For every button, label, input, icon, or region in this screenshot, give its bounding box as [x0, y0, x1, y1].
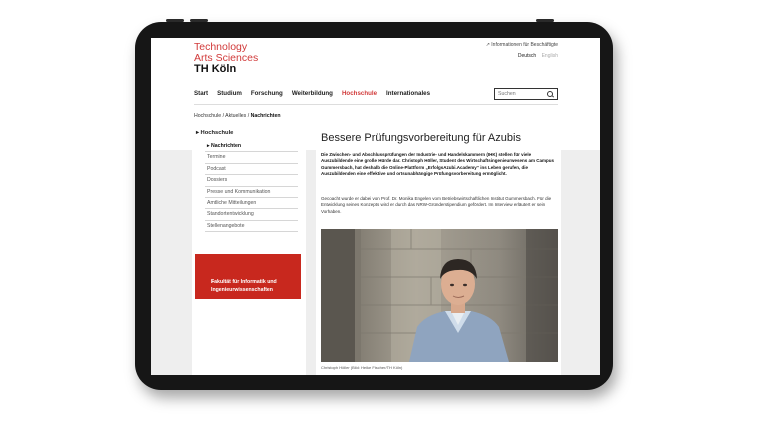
section-sidebar: ▸ Hochschule ▸ Nachrichten Termine Podca…	[192, 126, 306, 375]
sidebar-item-dossiers[interactable]: Dossiers	[205, 175, 298, 187]
sidebar-item-nachrichten[interactable]: ▸ Nachrichten	[205, 141, 298, 153]
tablet-volume-button	[190, 19, 208, 22]
breadcrumb-item-current: Nachrichten	[250, 113, 281, 119]
lang-de[interactable]: Deutsch	[518, 53, 536, 59]
article-lead: Die Zwischen- und Abschlussprüfungen der…	[321, 152, 555, 177]
article-content: Bessere Prüfungsvorbereitung für Azubis …	[316, 126, 561, 375]
nav-item-hochschule[interactable]: Hochschule	[342, 90, 377, 102]
main-nav: Start Studium Forschung Weiterbildung Ho…	[194, 90, 430, 102]
sidebar-menu: ▸ Nachrichten Termine Podcast Dossiers P…	[205, 141, 298, 233]
browser-viewport: Technology Arts Sciences TH Köln ↗ Infor…	[151, 38, 600, 375]
nav-item-start[interactable]: Start	[194, 90, 208, 102]
faculty-promo-text: Fakultät für Informatik und Ingenieurwis…	[211, 279, 277, 293]
staff-info-label: Informationen für Beschäftigte	[491, 42, 558, 48]
sidebar-item-podcast[interactable]: Podcast	[205, 164, 298, 176]
breadcrumb-item-hochschule[interactable]: Hochschule	[194, 113, 221, 119]
staff-info-link[interactable]: ↗ Informationen für Beschäftigte	[486, 42, 558, 48]
search-input[interactable]	[498, 90, 544, 98]
nav-item-internationales[interactable]: Internationales	[386, 90, 430, 102]
sidebar-item-amtliche-mitteilungen[interactable]: Amtliche Mitteilungen	[205, 198, 298, 210]
article-title: Bessere Prüfungsvorbereitung für Azubis	[321, 132, 521, 144]
sidebar-section-title[interactable]: ▸ Hochschule	[196, 130, 233, 136]
nav-item-forschung[interactable]: Forschung	[251, 90, 283, 102]
nav-divider	[194, 104, 558, 105]
faculty-promo-box[interactable]: » Fakultät für Informatik und Ingenieurw…	[195, 254, 301, 299]
sidebar-item-termine[interactable]: Termine	[205, 152, 298, 164]
sidebar-item-stellenangebote[interactable]: Stellenangebote	[205, 221, 298, 233]
portrait-photo-graphic	[321, 229, 558, 362]
language-switch: Deutsch English	[518, 53, 558, 59]
search-box	[494, 88, 558, 100]
tablet-volume-button	[166, 19, 184, 22]
arrow-icon: ↗	[485, 42, 490, 48]
nav-item-studium[interactable]: Studium	[217, 90, 242, 102]
tablet-power-button	[536, 19, 554, 22]
lang-en[interactable]: English	[542, 53, 558, 59]
site-logo[interactable]: Technology Arts Sciences TH Köln	[194, 42, 258, 75]
sidebar-item-label: Nachrichten	[211, 143, 242, 149]
sidebar-item-presse[interactable]: Presse und Kommunikation	[205, 187, 298, 198]
sidebar-item-standortentwicklung[interactable]: Standortentwicklung	[205, 209, 298, 221]
nav-item-weiterbildung[interactable]: Weiterbildung	[292, 90, 333, 102]
breadcrumb-item-aktuelles[interactable]: Aktuelles	[225, 113, 246, 119]
sidebar-section-label: Hochschule	[200, 130, 234, 136]
article-body: Gecoacht wurde er dabei von Prof. Dr. Mo…	[321, 196, 552, 214]
chevron-right-icon: ▸	[196, 130, 199, 136]
search-icon[interactable]	[547, 91, 553, 97]
article-photo	[321, 229, 558, 362]
breadcrumb: Hochschule / Aktuelles / Nachrichten	[194, 113, 281, 119]
logo-line-3: TH Köln	[194, 63, 237, 75]
photo-caption: Christoph Höller (Bild: Heike Fischer/TH…	[321, 365, 403, 370]
